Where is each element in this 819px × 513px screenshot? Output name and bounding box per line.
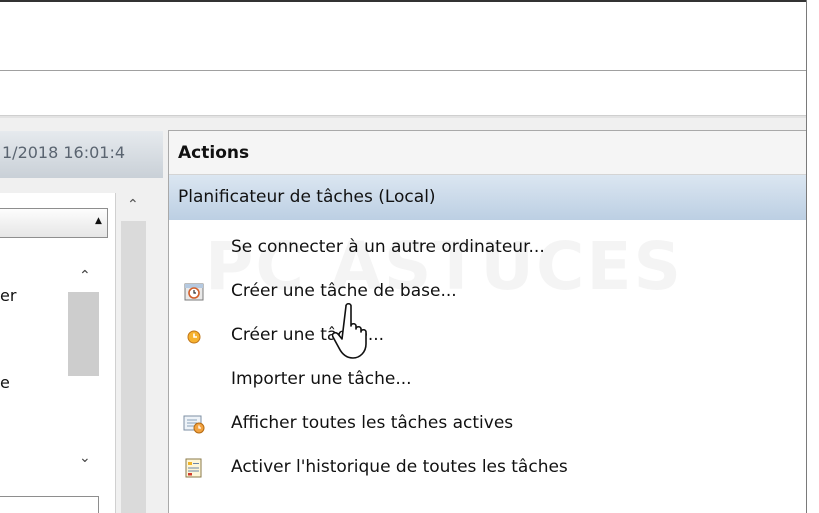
enable-history-action[interactable]: Activer l'historique de toutes les tâche…	[169, 446, 806, 490]
show-active-tasks-action[interactable]: Afficher toutes les tâches actives	[169, 402, 806, 446]
bottom-field[interactable]	[0, 496, 99, 513]
outer-scrollbar[interactable]: ⌃	[116, 193, 149, 513]
scroll-up-icon[interactable]: ⌃	[127, 197, 139, 213]
sort-ascending-icon[interactable]: ▲	[95, 216, 102, 226]
active-tasks-icon	[183, 415, 205, 434]
create-task-action[interactable]: Créer une tâche...	[169, 314, 806, 358]
top-pane	[0, 0, 806, 70]
import-task-action[interactable]: Importer une tâche...	[169, 358, 806, 402]
scroll-up-icon[interactable]: ⌃	[79, 268, 91, 284]
actions-title: Actions	[178, 143, 250, 163]
last-run-datetime: 1/2018 16:01:4	[2, 143, 126, 162]
scrollbar-thumb[interactable]	[68, 292, 99, 376]
inner-scrollbar[interactable]: ⌃ ⌄	[66, 262, 99, 477]
list-item[interactable]: er	[0, 286, 16, 305]
watermark-logo: PC ASTUCES	[205, 228, 683, 305]
scroll-down-icon[interactable]: ⌄	[79, 450, 91, 466]
column-header[interactable]: ▲	[0, 208, 108, 238]
actions-header: Actions	[169, 131, 806, 175]
action-label: Importer une tâche...	[231, 369, 412, 389]
task-icon	[187, 330, 201, 344]
task-scheduler-group-label: Planificateur de tâches (Local)	[178, 187, 436, 207]
basic-task-icon	[184, 283, 204, 301]
action-label: Activer l'historique de toutes les tâche…	[231, 457, 568, 477]
window-frame: 1/2018 16:01:4 ▲ er e ⌃ ⌄ ⌃ Actions Plan…	[0, 0, 807, 513]
middle-pane	[0, 71, 806, 115]
history-icon	[185, 458, 202, 478]
task-scheduler-group[interactable]: Planificateur de tâches (Local)	[169, 175, 806, 220]
list-item[interactable]: e	[0, 373, 10, 392]
actions-panel: Actions Planificateur de tâches (Local) …	[168, 130, 806, 513]
hand-cursor-icon	[332, 302, 367, 359]
left-panel-header: 1/2018 16:01:4	[0, 131, 163, 178]
scrollbar-thumb[interactable]	[121, 221, 146, 513]
action-label: Afficher toutes les tâches actives	[231, 413, 514, 433]
